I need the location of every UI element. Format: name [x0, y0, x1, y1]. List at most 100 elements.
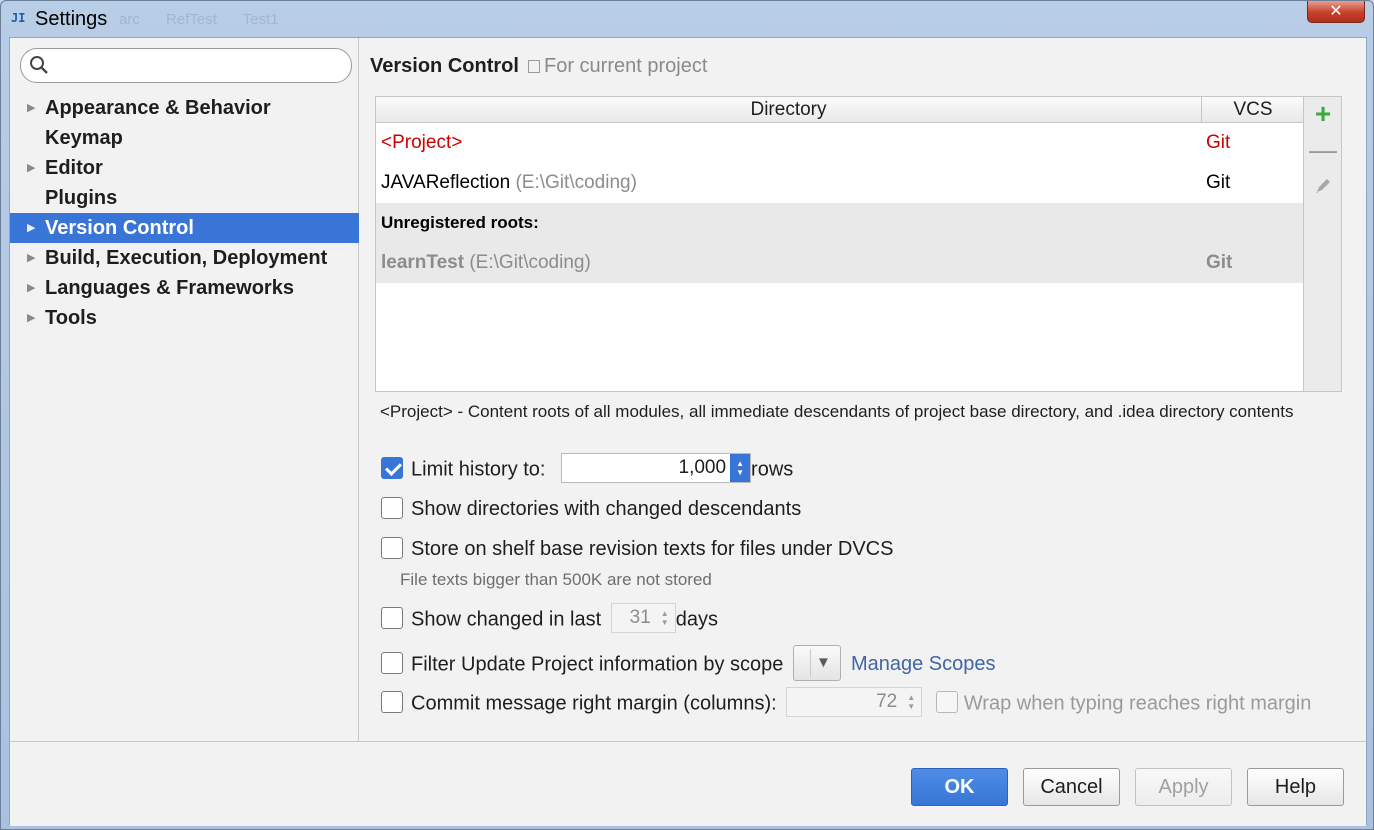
nav-item-label: Build, Execution, Deployment	[45, 247, 328, 269]
show-changed-checkbox[interactable]	[381, 607, 403, 629]
nav-item-version-control[interactable]: ▶ Version Control	[10, 213, 359, 243]
show-changed-label: Show changed in last	[411, 608, 602, 631]
expand-arrow-icon[interactable]: ▶	[27, 303, 35, 333]
commit-margin-spinner[interactable]: 72 ▲ ▼	[786, 687, 923, 717]
limit-history-value: 1,000	[678, 457, 727, 478]
manage-scopes-link[interactable]: Manage Scopes	[851, 653, 996, 675]
column-header-directory[interactable]: Directory	[376, 97, 1202, 123]
expand-arrow-icon[interactable]: ▶	[27, 273, 35, 303]
nav-item-label: Tools	[45, 307, 97, 329]
spinner-arrows-icon[interactable]: ▲ ▼	[730, 454, 751, 482]
vcs-mappings-table[interactable]: Directory VCS <Project> Git JAVAReflecti…	[375, 96, 1304, 392]
commit-margin-label: Commit message right margin (columns):	[411, 692, 777, 715]
directory-cell: learnTest (E:\Git\coding)	[381, 243, 591, 283]
expand-arrow-icon[interactable]: ▶	[27, 93, 35, 123]
commit-margin-checkbox[interactable]	[381, 691, 403, 713]
apply-button[interactable]: Apply	[1135, 768, 1232, 806]
ok-button[interactable]: OK	[911, 768, 1008, 806]
vcs-cell: Git	[1206, 172, 1231, 193]
directory-name: JAVAReflection	[381, 172, 511, 193]
table-row[interactable]: learnTest (E:\Git\coding) Git	[376, 243, 1303, 283]
nav-item-label: Plugins	[45, 187, 118, 209]
settings-window: JI Settings arc RefTest Test1 ✕ ▶ Appear…	[0, 0, 1374, 830]
search-icon	[30, 56, 48, 74]
commit-margin-value: 72	[876, 691, 898, 712]
store-shelf-option: Store on shelf base revision texts for f…	[381, 535, 893, 563]
nav-item-keymap[interactable]: Keymap	[10, 123, 359, 153]
nav-item-label: Appearance & Behavior	[45, 97, 271, 119]
search-field[interactable]	[20, 48, 352, 83]
vcs-cell: Git	[1206, 252, 1233, 273]
close-icon: ✕	[1329, 3, 1343, 20]
nav-item-label: Editor	[45, 157, 103, 179]
table-row[interactable]: <Project> Git	[376, 123, 1303, 163]
intellij-app-icon: JI	[11, 11, 26, 25]
edit-icon[interactable]	[1304, 169, 1342, 203]
directory-cell: <Project>	[381, 132, 463, 153]
table-header: Directory VCS	[376, 97, 1303, 123]
show-changed-option: Show changed in last 31 ▲ ▼ days	[381, 603, 718, 633]
page-title: Version Control	[370, 55, 519, 77]
expand-arrow-icon[interactable]: ▶	[27, 213, 35, 243]
show-changed-value: 31	[629, 607, 651, 628]
table-toolbar: + —	[1304, 96, 1342, 392]
settings-sidebar: ▶ Appearance & Behavior Keymap ▶ Editor …	[10, 38, 359, 741]
nav-item-languages-frameworks[interactable]: ▶ Languages & Frameworks	[10, 273, 359, 303]
column-header-vcs[interactable]: VCS	[1202, 97, 1304, 123]
window-title: Settings	[35, 8, 108, 30]
show-directories-option: Show directories with changed descendant…	[381, 495, 801, 523]
nav-item-label: Keymap	[45, 127, 123, 149]
nav-item-plugins[interactable]: Plugins	[10, 183, 359, 213]
title-bar[interactable]: JI Settings arc RefTest Test1 ✕	[1, 1, 1373, 37]
show-changed-spinner[interactable]: 31 ▲ ▼	[610, 603, 676, 633]
nav-item-appearance-behavior[interactable]: ▶ Appearance & Behavior	[10, 93, 359, 123]
spinner-arrows-icon[interactable]: ▲ ▼	[901, 688, 921, 716]
store-shelf-hint: File texts bigger than 500K are not stor…	[400, 570, 712, 589]
background-tabs: arc RefTest Test1	[119, 11, 301, 28]
project-roots-note: <Project> - Content roots of all modules…	[380, 402, 1294, 421]
unregistered-roots-header: Unregistered roots:	[376, 203, 1303, 243]
unregistered-label: Unregistered roots:	[381, 213, 539, 232]
wrap-margin-label: Wrap when typing reaches right margin	[963, 692, 1312, 715]
directory-path: (E:\Git\coding)	[469, 252, 591, 273]
cancel-button[interactable]: Cancel	[1023, 768, 1120, 806]
show-directories-checkbox[interactable]	[381, 496, 403, 519]
expand-arrow-icon[interactable]: ▶	[27, 243, 35, 273]
close-window-button[interactable]: ✕	[1307, 1, 1365, 23]
directory-path: (E:\Git\coding)	[515, 172, 637, 193]
filter-update-checkbox[interactable]	[381, 652, 403, 674]
directory-cell: JAVAReflection (E:\Git\coding)	[381, 163, 637, 203]
nav-item-tools[interactable]: ▶ Tools	[10, 303, 359, 333]
vcs-cell: Git	[1206, 132, 1231, 153]
copy-icon	[528, 60, 540, 73]
limit-history-label: Limit history to:	[411, 458, 546, 481]
nav-item-label: Version Control	[45, 217, 194, 239]
nav-item-build-execution-deployment[interactable]: ▶ Build, Execution, Deployment	[10, 243, 359, 273]
store-shelf-checkbox[interactable]	[381, 536, 403, 559]
store-shelf-label: Store on shelf base revision texts for f…	[411, 538, 894, 560]
limit-history-option: Limit history to: 1,000 ▲ ▼ rows	[381, 453, 794, 483]
limit-history-suffix: rows	[751, 458, 794, 481]
remove-icon[interactable]: —	[1304, 133, 1342, 167]
show-directories-label: Show directories with changed descendant…	[411, 498, 802, 520]
limit-history-checkbox[interactable]	[381, 457, 403, 479]
commit-margin-option: Commit message right margin (columns): 7…	[381, 687, 1312, 717]
background-tab: Test1	[242, 11, 279, 28]
wrap-margin-checkbox[interactable]	[935, 691, 958, 713]
help-button[interactable]: Help	[1247, 768, 1344, 806]
expand-arrow-icon[interactable]: ▶	[27, 153, 35, 183]
directory-name: learnTest	[381, 252, 465, 273]
table-row[interactable]: JAVAReflection (E:\Git\coding) Git	[376, 163, 1303, 203]
scope-dropdown[interactable]: ▼	[792, 645, 841, 681]
add-icon[interactable]: +	[1304, 97, 1342, 131]
settings-nav-tree: ▶ Appearance & Behavior Keymap ▶ Editor …	[10, 93, 359, 333]
scope-indicator: For current project	[528, 55, 707, 78]
limit-history-spinner[interactable]: 1,000 ▲ ▼	[561, 453, 752, 483]
show-changed-suffix: days	[675, 608, 718, 631]
filter-update-option: Filter Update Project information by sco…	[381, 645, 996, 681]
dialog-footer: OK Cancel Apply Help	[10, 741, 1366, 826]
background-tab: arc	[119, 11, 140, 28]
chevron-down-icon: ▼	[815, 654, 831, 671]
nav-item-editor[interactable]: ▶ Editor	[10, 153, 359, 183]
spinner-arrows-icon[interactable]: ▲ ▼	[655, 604, 675, 632]
